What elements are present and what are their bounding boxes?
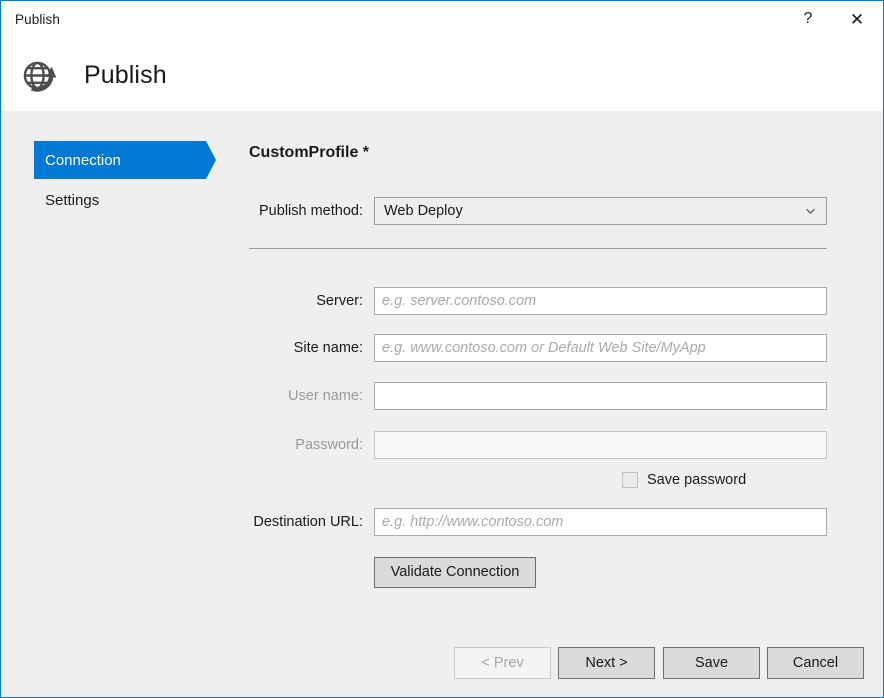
save-password-label: Save password (647, 472, 746, 488)
help-button[interactable]: ? (785, 1, 831, 39)
window-title: Publish (1, 13, 60, 27)
validate-connection-button[interactable]: Validate Connection (374, 557, 536, 588)
chevron-down-icon (806, 207, 815, 216)
destination-url-input[interactable] (374, 508, 827, 536)
destination-url-label: Destination URL: (249, 514, 374, 530)
user-name-input[interactable] (374, 382, 827, 410)
close-button[interactable]: ✕ (831, 1, 883, 39)
prev-button[interactable]: < Prev (454, 647, 551, 679)
user-name-label: User name: (249, 388, 374, 404)
next-button[interactable]: Next > (558, 647, 655, 679)
sidebar-item-label: Settings (45, 192, 99, 209)
save-button[interactable]: Save (663, 647, 760, 679)
password-input[interactable] (374, 431, 827, 459)
profile-name-heading: CustomProfile * (249, 144, 369, 162)
sidebar-item-connection[interactable]: Connection (34, 141, 206, 179)
publish-method-row: Publish method: Web Deploy (249, 197, 827, 225)
publish-dialog: Publish ? ✕ Publish (0, 0, 884, 698)
save-password-row[interactable]: Save password (622, 472, 746, 488)
server-label: Server: (249, 293, 374, 309)
globe-publish-icon (17, 52, 63, 98)
page-title: Publish (84, 61, 167, 90)
site-name-label: Site name: (249, 340, 374, 356)
destination-url-row: Destination URL: (249, 508, 827, 536)
close-icon: ✕ (850, 11, 864, 28)
save-password-checkbox[interactable] (622, 472, 638, 488)
sidebar-item-settings[interactable]: Settings (34, 181, 206, 219)
dialog-header: Publish (1, 39, 883, 111)
sidebar: Connection Settings (1, 111, 249, 697)
dialog-body: Connection Settings CustomProfile * Publ… (1, 111, 883, 697)
publish-method-select[interactable]: Web Deploy (374, 197, 827, 225)
title-bar: Publish ? ✕ (1, 1, 883, 39)
server-row: Server: (249, 287, 827, 315)
publish-method-label: Publish method: (249, 203, 374, 219)
content-pane: CustomProfile * Publish method: Web Depl… (249, 111, 883, 697)
section-divider (249, 248, 827, 249)
dialog-footer: < Prev Next > Save Cancel (1, 631, 883, 697)
cancel-button[interactable]: Cancel (767, 647, 864, 679)
site-name-row: Site name: (249, 334, 827, 362)
question-mark-icon: ? (804, 11, 813, 27)
password-label: Password: (249, 437, 374, 453)
user-name-row: User name: (249, 382, 827, 410)
publish-method-value: Web Deploy (384, 203, 463, 219)
server-input[interactable] (374, 287, 827, 315)
site-name-input[interactable] (374, 334, 827, 362)
password-row: Password: (249, 431, 827, 459)
sidebar-item-label: Connection (45, 152, 121, 169)
